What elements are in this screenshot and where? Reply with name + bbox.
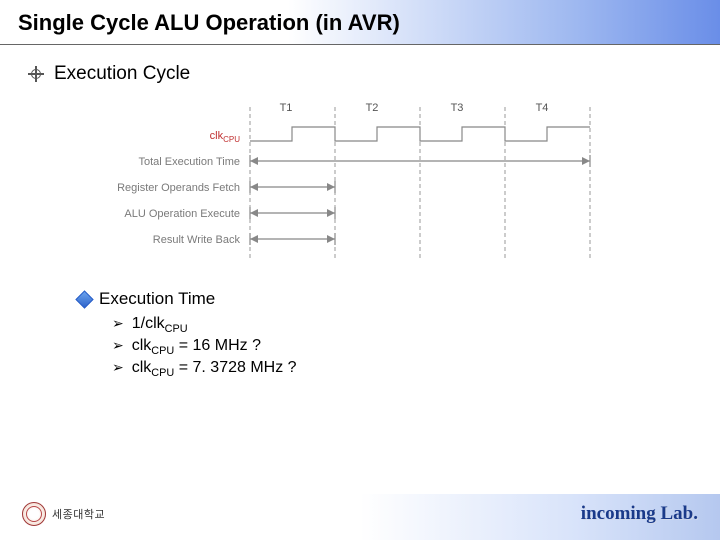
tick-t3: T3	[451, 102, 464, 114]
row-label-fetch: Register Operands Fetch	[117, 182, 240, 194]
bullet-list: ➢ 1/clkCPU ➢ clkCPU = 16 MHz ? ➢ clkCPU …	[0, 309, 720, 380]
chevron-icon: ➢	[112, 337, 124, 354]
list-item: ➢ 1/clkCPU	[112, 315, 720, 335]
tick-t2: T2	[366, 102, 379, 114]
chevron-icon: ➢	[112, 359, 124, 376]
lab-name: incoming Lab.	[581, 503, 698, 525]
section-row: Execution Cycle	[0, 45, 720, 85]
row-label-execute: ALU Operation Execute	[124, 208, 240, 220]
list-item: ➢ clkCPU = 16 MHz ?	[112, 337, 720, 357]
section-heading: Execution Cycle	[54, 63, 190, 85]
row-label-total: Total Execution Time	[139, 156, 241, 168]
university-logo: 세종대학교	[22, 502, 105, 526]
row-label-writeback: Result Write Back	[153, 234, 241, 246]
university-name: 세종대학교	[52, 506, 105, 522]
subsection-heading: Execution Time	[99, 289, 215, 309]
tick-t4: T4	[536, 102, 549, 114]
chevron-icon: ➢	[112, 315, 124, 332]
tick-t1: T1	[280, 102, 293, 114]
list-item: ➢ clkCPU = 7. 3728 MHz ?	[112, 359, 720, 379]
crosshair-icon	[28, 66, 44, 82]
slide-title: Single Cycle ALU Operation (in AVR)	[0, 0, 720, 45]
subsection-row: Execution Time	[0, 269, 720, 309]
slide-footer: 세종대학교 incoming Lab.	[0, 494, 720, 540]
timing-diagram: T1 T2 T3 T4 clkCPU Total Execution Time …	[100, 99, 600, 269]
diamond-icon	[75, 290, 93, 308]
seal-icon	[22, 502, 46, 526]
row-label-clk: clkCPU	[210, 130, 241, 144]
